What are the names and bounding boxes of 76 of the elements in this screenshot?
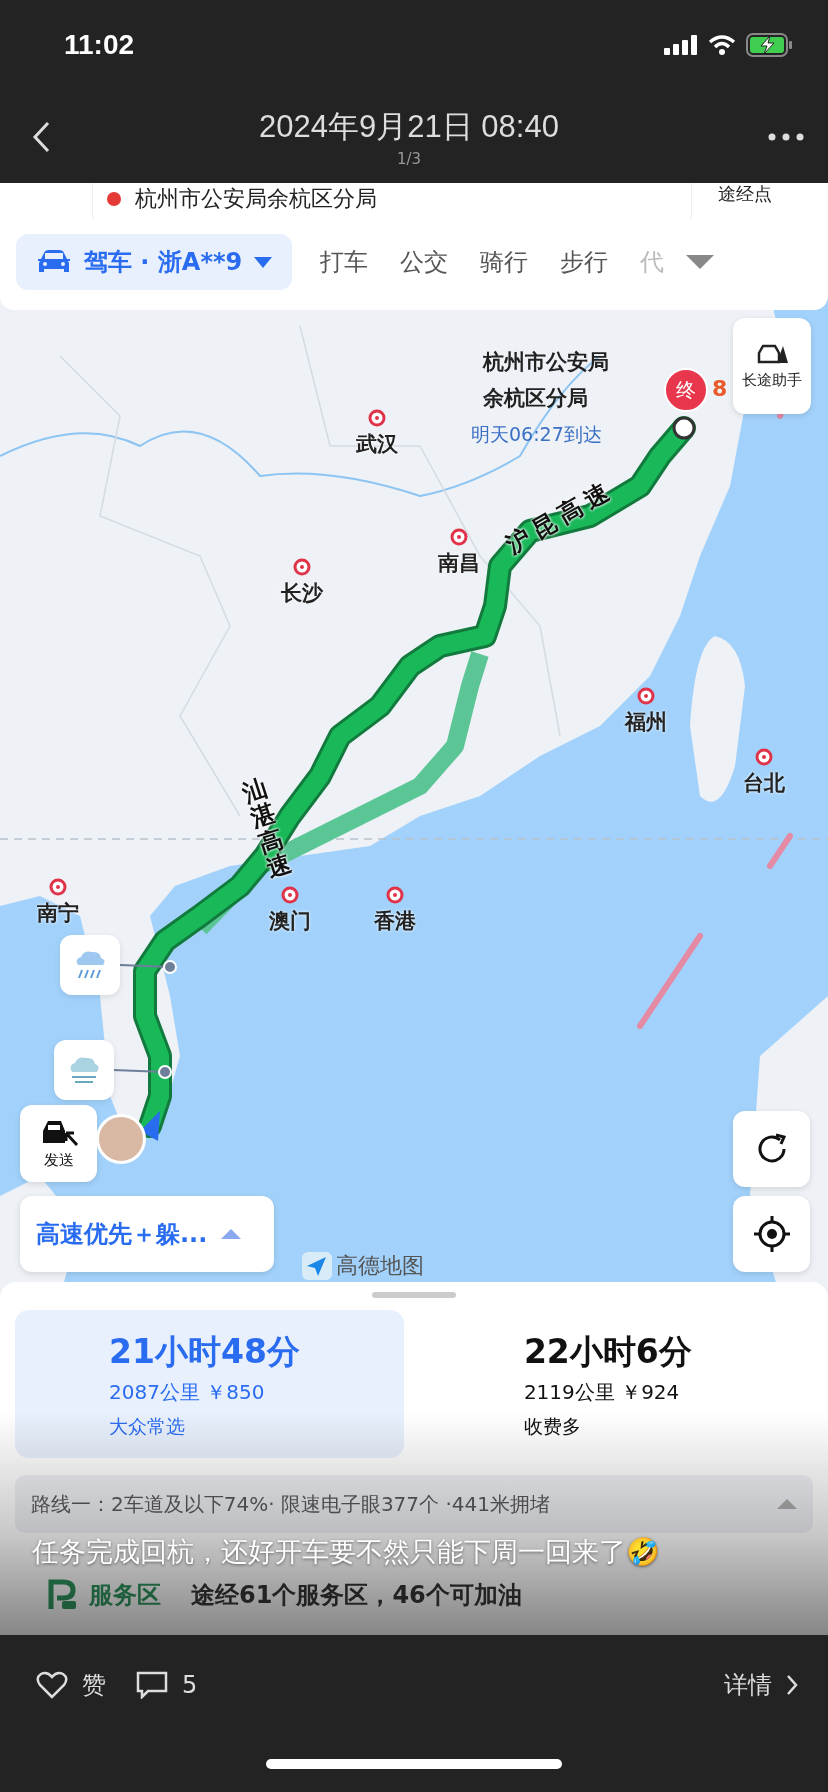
caret-down-icon[interactable] [686, 255, 715, 269]
city-label: 台北 [742, 770, 786, 797]
photo-caption: 任务完成回杭，还好开车要不然只能下周一回来了🤣 [32, 1535, 660, 1569]
caret-up-icon [221, 1229, 242, 1239]
parking-icon [47, 1579, 79, 1611]
destination-label: 杭州市公安局 [483, 349, 609, 376]
city-marker [755, 748, 773, 766]
route-line[interactable] [133, 416, 696, 1138]
travel-mode-tab[interactable]: 步行 [560, 246, 609, 278]
route-preference-button[interactable]: 高速优先＋躲... [20, 1196, 274, 1272]
wifi-icon [708, 35, 736, 55]
drive-mode-tab[interactable]: 驾车 · 浙A**9 [16, 234, 293, 290]
destination-label: 余杭区分局 [483, 385, 589, 412]
chevron-right-icon [786, 1674, 798, 1696]
end-point-marker [672, 416, 696, 440]
city-marker [281, 886, 299, 904]
travel-mode-tab[interactable]: 打车 [320, 246, 369, 278]
refresh-button[interactable] [733, 1111, 810, 1187]
caret-up-icon [777, 1499, 797, 1509]
car-flag-icon [755, 342, 789, 365]
highway-label: 汕湛高速 [239, 774, 295, 883]
highway-label: 沪昆高速 [500, 473, 620, 561]
back-icon[interactable] [32, 120, 50, 153]
service-area-text: 途经61个服务区，46个可加油 [191, 1580, 522, 1611]
travel-mode-tab[interactable]: 骑行 [480, 246, 529, 278]
comment-icon [136, 1671, 168, 1699]
waypoint-link[interactable]: 途经点 [718, 183, 772, 206]
route-option[interactable]: 21小时48分 2087公里 ￥850 大众常选 [15, 1310, 404, 1458]
city-label: 南昌 [437, 550, 481, 577]
map-logo-text: 高德地图 [336, 1252, 424, 1280]
battery-charging-icon [746, 33, 794, 57]
city-label: 澳门 [268, 908, 312, 935]
travel-mode-tab[interactable]: 公交 [400, 246, 449, 278]
route-distance: 2087公里 ￥850 [109, 1379, 266, 1406]
send-to-car-button[interactable]: 发送 [20, 1105, 97, 1182]
route-info-text: 路线一：2车道及以下74%· 限速电子眼377个 ·441米拥堵 [31, 1490, 550, 1518]
pin-count: 8 [712, 376, 728, 401]
city-label: 福州 [623, 709, 668, 736]
car-icon [36, 249, 72, 275]
route-info-bar[interactable]: 路线一：2车道及以下74%· 限速电子眼377个 ·441米拥堵 [15, 1475, 813, 1533]
city-label: 武汉 [355, 431, 399, 458]
route-tag: 收费多 [523, 1414, 813, 1440]
long-trip-assistant-button[interactable]: 长途助手 [733, 318, 811, 414]
photo-date-title: 2024年9月21日 08:40 [259, 107, 559, 146]
signal-icon [664, 35, 698, 55]
logo-icon [302, 1252, 332, 1280]
comment-button[interactable]: 5 [136, 1671, 198, 1699]
route-tag: 大众常选 [109, 1414, 404, 1440]
caret-down-icon [254, 256, 273, 268]
city-marker [49, 878, 67, 896]
heart-icon [36, 1671, 68, 1699]
city-label: 南宁 [36, 900, 80, 927]
city-marker [637, 687, 655, 705]
city-marker [293, 558, 311, 576]
fog-weather-marker[interactable] [54, 1040, 114, 1100]
like-button[interactable]: 赞 [36, 1669, 106, 1701]
more-icon[interactable] [768, 132, 804, 141]
city-marker [450, 528, 468, 546]
photo-counter: 1/3 [396, 149, 422, 168]
city-marker [386, 886, 404, 904]
locate-button[interactable] [733, 1196, 810, 1272]
weather-connector [112, 1065, 172, 1079]
service-area-label: 服务区 [89, 1580, 161, 1611]
weather-connector [119, 960, 177, 974]
destination-field[interactable]: 杭州市公安局余杭区分局 [92, 183, 692, 220]
city-label: 长沙 [280, 580, 324, 607]
status-time: 11:02 [64, 29, 135, 61]
route-duration: 21小时48分 [109, 1331, 301, 1373]
route-distance: 2119公里 ￥924 [523, 1379, 681, 1406]
arrival-time-label: 明天06:27到达 [471, 422, 603, 447]
city-label: 香港 [373, 908, 417, 935]
rain-weather-marker[interactable] [60, 935, 120, 995]
city-marker [368, 409, 386, 427]
details-button[interactable]: 详情 [724, 1669, 798, 1701]
locate-icon [752, 1215, 791, 1253]
route-duration: 22小时6分 [523, 1331, 693, 1373]
